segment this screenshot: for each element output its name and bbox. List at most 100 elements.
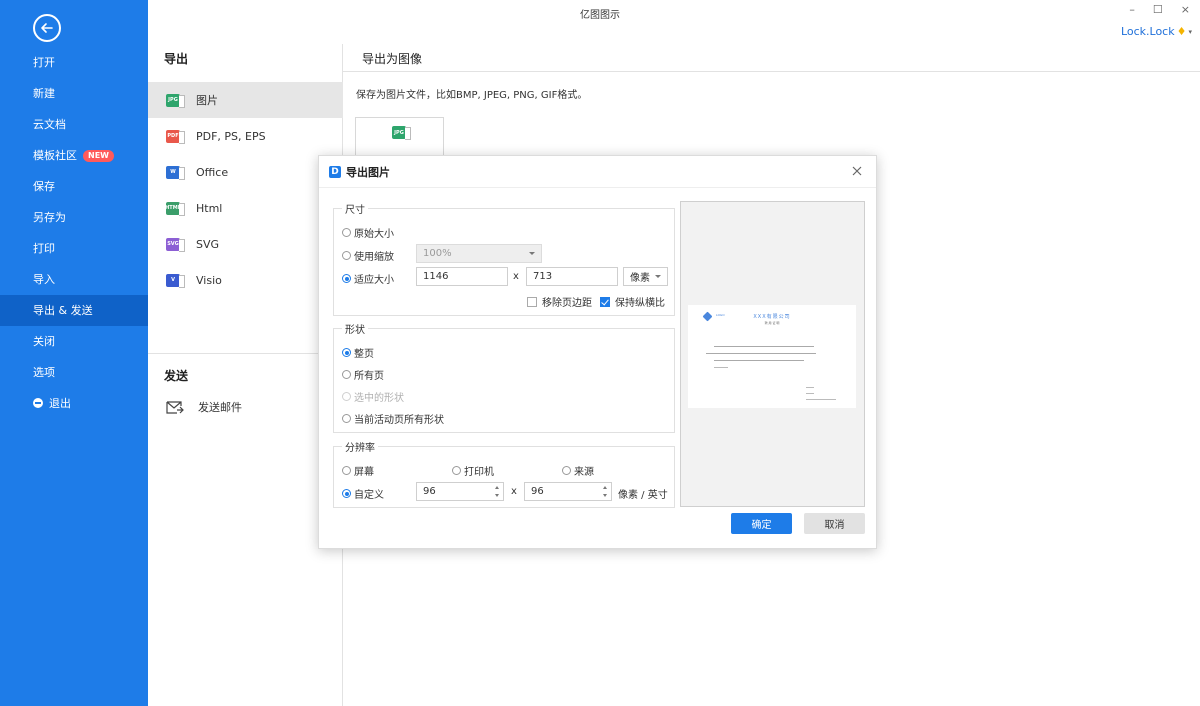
size-separator: x: [513, 271, 519, 282]
unit-select[interactable]: 像素: [623, 267, 668, 286]
image-format-card[interactable]: JPG: [355, 117, 444, 157]
sidebar-item-template-community[interactable]: 模板社区 NEW: [0, 140, 148, 171]
chevron-down-icon: ▾: [1188, 27, 1192, 36]
height-input[interactable]: 713: [526, 267, 618, 286]
dpi-separator: x: [511, 486, 517, 497]
screen-option[interactable]: 屏幕: [342, 463, 374, 478]
dpi-unit-label: 像素 / 英寸: [618, 490, 668, 501]
close-icon[interactable]: [850, 164, 864, 178]
panel-divider: [148, 353, 343, 354]
selected-shapes-label: 选中的形状: [354, 393, 404, 404]
shape-group-title: 形状: [342, 321, 368, 336]
remove-margin-option[interactable]: 移除页边距: [527, 294, 592, 309]
user-account-link[interactable]: Lock.Lock ♦ ▾: [1121, 25, 1192, 38]
keep-ratio-checkbox[interactable]: [600, 296, 610, 307]
all-pages-option[interactable]: 所有页: [342, 367, 384, 382]
preview-text-line: [714, 360, 804, 361]
screen-radio[interactable]: [342, 466, 351, 475]
printer-label: 打印机: [464, 467, 494, 478]
preview-document: LOGO XXX有限公司 聘 用 证 明: [688, 305, 856, 408]
preview-text-line: [714, 346, 814, 347]
current-page-option[interactable]: 当前活动页所有形状: [342, 411, 444, 426]
size-group-title: 尺寸: [342, 201, 368, 216]
fit-size-radio[interactable]: [342, 274, 351, 283]
heading-divider: [343, 71, 1200, 72]
export-item-pdf[interactable]: PDF PDF, PS, EPS: [148, 118, 343, 154]
export-item-svg[interactable]: SVG SVG: [148, 226, 343, 262]
custom-radio[interactable]: [342, 489, 351, 498]
zoom-select[interactable]: 100%: [416, 244, 542, 263]
selected-shapes-option: 选中的形状: [342, 389, 404, 404]
right-panel-heading: 导出为图像: [362, 52, 423, 66]
ok-button[interactable]: 确定: [731, 513, 792, 534]
sidebar-item-close[interactable]: 关闭: [0, 326, 148, 357]
use-zoom-radio[interactable]: [342, 251, 351, 260]
source-option[interactable]: 来源: [562, 463, 594, 478]
custom-label: 自定义: [354, 490, 384, 501]
custom-option[interactable]: 自定义: [342, 486, 384, 501]
resolution-group-title: 分辨率: [342, 439, 378, 454]
original-size-option[interactable]: 原始大小: [342, 225, 394, 240]
sidebar-item-export-send[interactable]: 导出 & 发送: [0, 295, 148, 326]
sidebar-item-import[interactable]: 导入: [0, 264, 148, 295]
mail-send-icon: [166, 400, 184, 414]
sidebar-item-exit[interactable]: 退出: [0, 388, 148, 419]
dpi-y-input[interactable]: 96: [524, 482, 612, 501]
sidebar-item-new[interactable]: 新建: [0, 78, 148, 109]
spinner-icon[interactable]: [495, 485, 500, 498]
sidebar-menu: 打开 新建 云文档 模板社区 NEW 保存 另存为 打印 导入 导出 & 发送 关…: [0, 47, 148, 419]
export-item-visio[interactable]: V Visio: [148, 262, 343, 298]
source-label: 来源: [574, 467, 594, 478]
export-format-list: JPG 图片 PDF PDF, PS, EPS W Office HTML Ht…: [148, 82, 343, 298]
sidebar-item-cloud-docs[interactable]: 云文档: [0, 109, 148, 140]
export-item-label: PDF, PS, EPS: [196, 129, 266, 143]
sidebar-item-save-as[interactable]: 另存为: [0, 202, 148, 233]
sidebar-item-label: 保存: [33, 180, 55, 193]
shape-group: 形状 整页 所有页 选中的形状 当前活动页所有形状: [333, 321, 675, 433]
width-input[interactable]: 1146: [416, 267, 508, 286]
dpi-x-input[interactable]: 96: [416, 482, 504, 501]
sidebar-item-options[interactable]: 选项: [0, 357, 148, 388]
fit-size-option[interactable]: 适应大小: [342, 271, 394, 286]
new-badge: NEW: [83, 150, 114, 162]
use-zoom-option[interactable]: 使用缩放: [342, 248, 394, 263]
svg-file-icon: SVG: [166, 237, 185, 252]
sidebar-item-print[interactable]: 打印: [0, 233, 148, 264]
dpi-x-value: 96: [423, 486, 436, 497]
sidebar-item-label: 选项: [33, 366, 55, 379]
sidebar-item-label: 导出 & 发送: [33, 304, 93, 317]
spinner-icon[interactable]: [603, 485, 608, 498]
keep-ratio-option[interactable]: 保持纵横比: [600, 294, 665, 309]
preview-text-line: [706, 353, 816, 354]
size-group: 尺寸 原始大小 使用缩放 100% 适应大小 1146 x 713 像素 移除页…: [333, 201, 675, 316]
export-preview: LOGO XXX有限公司 聘 用 证 明: [680, 201, 865, 507]
export-item-html[interactable]: HTML Html: [148, 190, 343, 226]
all-pages-radio[interactable]: [342, 370, 351, 379]
html-file-icon: HTML: [165, 201, 185, 216]
send-email-item[interactable]: 发送邮件: [148, 389, 343, 425]
preview-doc-title: XXX有限公司: [753, 314, 791, 320]
cancel-button[interactable]: 取消: [804, 513, 865, 534]
maximize-icon[interactable]: ☐: [1153, 3, 1163, 16]
visio-file-icon: V: [166, 273, 185, 288]
minimize-icon[interactable]: –: [1129, 3, 1135, 16]
whole-page-radio[interactable]: [342, 348, 351, 357]
send-heading: 发送: [164, 369, 189, 383]
current-page-radio[interactable]: [342, 414, 351, 423]
sidebar-item-save[interactable]: 保存: [0, 171, 148, 202]
whole-page-option[interactable]: 整页: [342, 345, 374, 360]
selected-shapes-radio: [342, 392, 351, 401]
sidebar-item-open[interactable]: 打开: [0, 47, 148, 78]
sidebar-item-label: 关闭: [33, 335, 55, 348]
keep-ratio-label: 保持纵横比: [615, 298, 665, 309]
source-radio[interactable]: [562, 466, 571, 475]
current-page-label: 当前活动页所有形状: [354, 415, 444, 426]
close-window-icon[interactable]: ×: [1181, 3, 1190, 16]
original-size-radio[interactable]: [342, 228, 351, 237]
printer-radio[interactable]: [452, 466, 461, 475]
export-item-image[interactable]: JPG 图片: [148, 82, 343, 118]
export-item-office[interactable]: W Office: [148, 154, 343, 190]
preview-text-line: [806, 387, 814, 388]
printer-option[interactable]: 打印机: [452, 463, 494, 478]
remove-margin-checkbox[interactable]: [527, 296, 537, 307]
